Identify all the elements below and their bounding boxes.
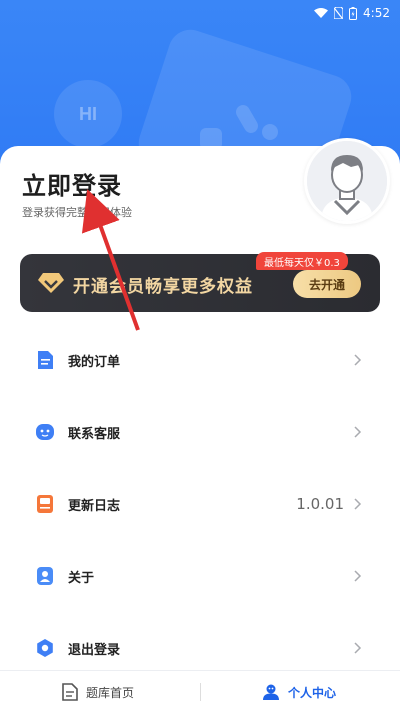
chevron-right-icon [354,642,362,654]
hi-decoration-badge: HI [54,80,122,148]
chevron-right-icon [354,426,362,438]
tab-divider [200,683,201,701]
chevron-right-icon [354,354,362,366]
tab-personal-center[interactable]: 个人中心 [262,671,336,712]
decoration-shape [262,124,278,140]
content-panel: 立即登录 登录获得完整使用体验 开通会员畅享更多权益 去开通 最低每天仅￥0.3 [0,138,400,712]
tab-question-bank-home[interactable]: 题库首页 [62,671,134,712]
login-title[interactable]: 立即登录 [22,166,122,201]
status-bar: 4:52 [314,4,390,22]
battery-icon [349,6,358,20]
login-subtitle: 登录获得完整使用体验 [22,206,132,219]
document-icon [62,683,78,701]
no-sim-icon [334,7,344,19]
default-avatar-icon [307,141,387,221]
tab-label: 题库首页 [86,685,135,700]
service-face-icon [36,424,54,440]
user-card-icon [37,567,53,585]
menu-item-logout[interactable]: 退出登录 [0,624,400,672]
vip-promo-text: 开通会员畅享更多权益 [73,277,253,297]
chevron-right-icon [354,570,362,582]
status-time: 4:52 [363,6,390,20]
log-icon [37,495,53,513]
menu-item-label: 联系客服 [68,426,121,442]
menu-item-orders[interactable]: 我的订单 [0,336,400,384]
chevron-right-icon [354,498,362,510]
open-vip-button[interactable]: 去开通 [293,270,361,298]
vip-banner[interactable]: 开通会员畅享更多权益 去开通 最低每天仅￥0.3 [20,252,380,312]
menu-item-label: 更新日志 [68,498,121,514]
menu-item-customer-service[interactable]: 联系客服 [0,408,400,456]
menu-item-label: 我的订单 [68,354,121,370]
bottom-tab-bar: 题库首页 个人中心 [0,670,400,712]
tab-label: 个人中心 [288,685,337,700]
logout-gear-icon [37,639,53,657]
menu-item-about[interactable]: 关于 [0,552,400,600]
version-value: 1.0.01 [296,495,344,513]
avatar[interactable] [304,138,390,224]
wifi-icon [314,8,329,18]
menu-item-label: 关于 [68,570,95,586]
user-icon [263,684,279,700]
document-icon [38,351,53,369]
menu-item-changelog[interactable]: 更新日志 1.0.01 [0,480,400,528]
price-tag-badge: 最低每天仅￥0.3 [256,252,348,270]
menu-item-label: 退出登录 [68,642,121,658]
vip-diamond-icon [38,273,64,293]
